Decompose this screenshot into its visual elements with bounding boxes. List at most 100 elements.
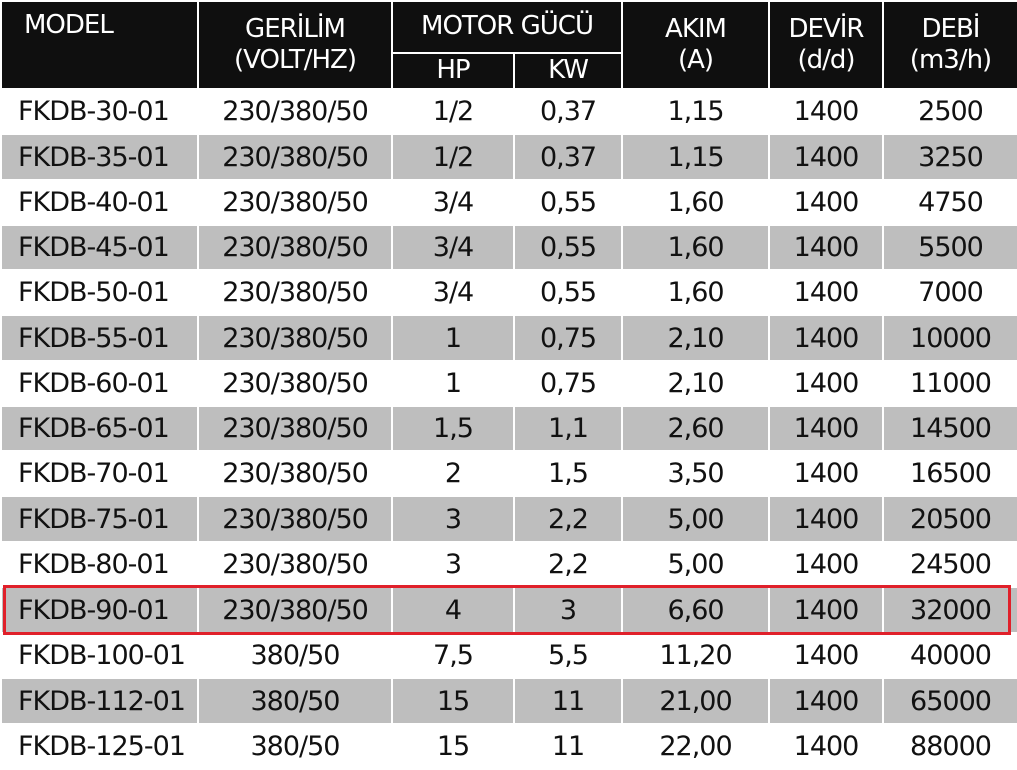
cell-current: 1,60 <box>621 179 770 226</box>
cell-speed: 1400 <box>768 632 884 679</box>
header-flow: DEBİ (m3/h) <box>882 0 1017 90</box>
header-current-top: AKIM <box>665 13 727 44</box>
cell-speed: 1400 <box>768 677 884 725</box>
table-row: FKDB-75-01 230/380/50 3 2,2 5,00 1400 20500 <box>0 495 1017 543</box>
cell-flow: 88000 <box>882 723 1017 770</box>
cell-current: 1,15 <box>621 133 770 181</box>
cell-voltage: 230/380/50 <box>197 541 393 588</box>
cell-kw: 1,5 <box>513 450 623 497</box>
cell-current: 2,10 <box>621 314 770 362</box>
cell-hp: 1/2 <box>391 88 515 135</box>
cell-model: FKDB-125-01 <box>0 723 199 770</box>
cell-voltage: 230/380/50 <box>197 179 393 226</box>
fan-spec-table: MODEL GERİLİM (VOLT/HZ) MOTOR GÜCÜ AKIM … <box>0 0 1017 770</box>
cell-model: FKDB-80-01 <box>0 541 199 588</box>
cell-speed: 1400 <box>768 541 884 588</box>
cell-current: 5,00 <box>621 541 770 588</box>
cell-model: FKDB-35-01 <box>0 133 199 181</box>
cell-current: 21,00 <box>621 677 770 725</box>
cell-speed: 1400 <box>768 224 884 271</box>
cell-current: 5,00 <box>621 495 770 543</box>
header-voltage-bottom: (VOLT/HZ) <box>234 45 357 75</box>
cell-model: FKDB-65-01 <box>0 405 199 452</box>
cell-hp: 4 <box>391 586 515 634</box>
cell-kw: 5,5 <box>513 632 623 679</box>
cell-model: FKDB-55-01 <box>0 314 199 362</box>
table-row: FKDB-55-01 230/380/50 1 0,75 2,10 1400 10000 <box>0 314 1017 362</box>
header-voltage: GERİLİM (VOLT/HZ) <box>197 0 393 90</box>
cell-current: 22,00 <box>621 723 770 770</box>
cell-current: 1,60 <box>621 269 770 316</box>
cell-hp: 3/4 <box>391 224 515 271</box>
cell-speed: 1400 <box>768 360 884 407</box>
table-row: FKDB-70-01 230/380/50 2 1,5 3,50 1400 16500 <box>0 450 1017 497</box>
cell-model: FKDB-50-01 <box>0 269 199 316</box>
table-row: FKDB-60-01 230/380/50 1 0,75 2,10 1400 11000 <box>0 360 1017 407</box>
cell-hp: 3 <box>391 541 515 588</box>
cell-current: 11,20 <box>621 632 770 679</box>
cell-flow: 20500 <box>882 495 1017 543</box>
cell-model: FKDB-112-01 <box>0 677 199 725</box>
table-row: FKDB-35-01 230/380/50 1/2 0,37 1,15 1400 3250 <box>0 133 1017 181</box>
cell-speed: 1400 <box>768 269 884 316</box>
cell-voltage: 230/380/50 <box>197 586 393 634</box>
cell-model: FKDB-100-01 <box>0 632 199 679</box>
cell-kw: 0,55 <box>513 179 623 226</box>
table-row: FKDB-125-01 380/50 15 11 22,00 1400 88000 <box>0 723 1017 770</box>
cell-flow: 40000 <box>882 632 1017 679</box>
cell-kw: 0,37 <box>513 88 623 135</box>
cell-kw: 1,1 <box>513 405 623 452</box>
header-kw: KW <box>513 52 623 90</box>
cell-speed: 1400 <box>768 179 884 226</box>
cell-speed: 1400 <box>768 88 884 135</box>
cell-flow: 32000 <box>882 586 1017 634</box>
cell-current: 6,60 <box>621 586 770 634</box>
cell-flow: 4750 <box>882 179 1017 226</box>
cell-kw: 11 <box>513 677 623 725</box>
cell-kw: 0,37 <box>513 133 623 181</box>
table-row: FKDB-40-01 230/380/50 3/4 0,55 1,60 1400 4750 <box>0 179 1017 226</box>
cell-current: 2,10 <box>621 360 770 407</box>
cell-kw: 3 <box>513 586 623 634</box>
cell-hp: 15 <box>391 723 515 770</box>
cell-voltage: 230/380/50 <box>197 450 393 497</box>
cell-voltage: 230/380/50 <box>197 495 393 543</box>
cell-speed: 1400 <box>768 405 884 452</box>
cell-flow: 10000 <box>882 314 1017 362</box>
cell-speed: 1400 <box>768 723 884 770</box>
header-voltage-top: GERİLİM <box>245 13 346 44</box>
cell-voltage: 380/50 <box>197 632 393 679</box>
cell-speed: 1400 <box>768 495 884 543</box>
cell-current: 1,60 <box>621 224 770 271</box>
header-motor-power: MOTOR GÜCÜ <box>391 0 623 54</box>
header-model: MODEL <box>0 0 199 90</box>
cell-hp: 7,5 <box>391 632 515 679</box>
cell-hp: 2 <box>391 450 515 497</box>
table-row-highlighted: FKDB-90-01 230/380/50 4 3 6,60 1400 32000 <box>0 586 1017 634</box>
cell-model: FKDB-30-01 <box>0 88 199 135</box>
table-row: FKDB-45-01 230/380/50 3/4 0,55 1,60 1400 5500 <box>0 224 1017 271</box>
cell-kw: 0,55 <box>513 224 623 271</box>
cell-kw: 11 <box>513 723 623 770</box>
cell-flow: 5500 <box>882 224 1017 271</box>
cell-speed: 1400 <box>768 586 884 634</box>
cell-kw: 2,2 <box>513 541 623 588</box>
cell-flow: 16500 <box>882 450 1017 497</box>
table-row: FKDB-112-01 380/50 15 11 21,00 1400 65000 <box>0 677 1017 725</box>
cell-voltage: 230/380/50 <box>197 269 393 316</box>
header-current-bottom: (A) <box>677 45 714 75</box>
cell-voltage: 230/380/50 <box>197 405 393 452</box>
cell-hp: 3/4 <box>391 179 515 226</box>
cell-flow: 7000 <box>882 269 1017 316</box>
cell-voltage: 380/50 <box>197 723 393 770</box>
cell-flow: 2500 <box>882 88 1017 135</box>
cell-hp: 1 <box>391 314 515 362</box>
cell-hp: 1/2 <box>391 133 515 181</box>
cell-speed: 1400 <box>768 133 884 181</box>
cell-hp: 15 <box>391 677 515 725</box>
cell-speed: 1400 <box>768 314 884 362</box>
cell-current: 1,15 <box>621 88 770 135</box>
cell-hp: 1 <box>391 360 515 407</box>
cell-hp: 1,5 <box>391 405 515 452</box>
cell-model: FKDB-75-01 <box>0 495 199 543</box>
